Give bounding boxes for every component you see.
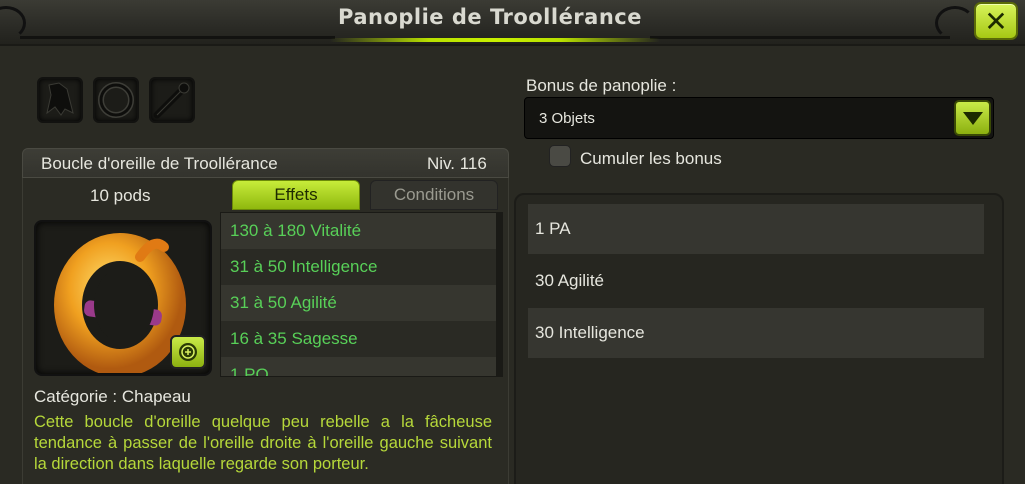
set-bonus-label: Bonus de panoplie : [526,76,677,95]
coin-icon [179,343,197,361]
item-level: Niv. 116 [427,154,487,173]
tab-effets-label: Effets [274,185,318,204]
bonus-row: 30 Agilité [535,271,604,290]
item-description: Cette boucle d'oreille quelque peu rebel… [34,413,492,473]
staff-icon [153,82,190,119]
effects-list: 130 à 180 Vitalité 31 à 50 Intelligence … [220,212,503,377]
item-category: Catégorie : Chapeau [34,387,191,406]
effect-row: 31 à 50 Intelligence [221,249,502,285]
dropdown-toggle-button[interactable] [954,100,991,136]
tab-conditions-label: Conditions [393,185,475,204]
effect-row: 130 à 180 Vitalité [221,213,502,249]
title-glow [330,38,660,42]
effect-row: 16 à 35 Sagesse [221,321,502,357]
tab-effets[interactable]: Effets [232,180,360,210]
item-header: Boucle d'oreille de Troollérance Niv. 11… [22,148,509,178]
triangle-down-icon [962,111,983,125]
item-name: Boucle d'oreille de Troollérance [41,154,278,173]
effects-scrollbar[interactable] [496,212,502,377]
title-divider-right [650,36,950,39]
bonus-row: 1 PA [528,204,984,254]
equipment-slot-ring[interactable] [93,77,139,123]
close-button[interactable]: ✕ [974,2,1018,40]
window-title: Panoplie de Troollérance [338,5,642,29]
dropdown-selected-value: 3 Objets [539,110,595,127]
effect-row: 31 à 50 Agilité [221,285,502,321]
bonus-row: 30 Intelligence [528,308,984,358]
effect-row: 1 PO [221,357,502,376]
set-bonus-dropdown[interactable]: 3 Objets [524,97,994,139]
equipment-slot-cloak[interactable] [37,77,83,123]
item-weight: 10 pods [90,186,151,205]
title-bar: Panoplie de Troollérance [0,0,1025,46]
cumulate-bonus-checkbox[interactable] [549,145,571,167]
close-x-icon: ✕ [984,4,1008,38]
coin-button[interactable] [170,335,206,369]
ring-icon [98,82,134,118]
cloak-icon [46,82,74,116]
title-divider-left [20,36,335,39]
equipment-slot-weapon[interactable] [149,77,195,123]
cumulate-bonus-label[interactable]: Cumuler les bonus [580,149,722,169]
tab-conditions[interactable]: Conditions [370,180,498,210]
